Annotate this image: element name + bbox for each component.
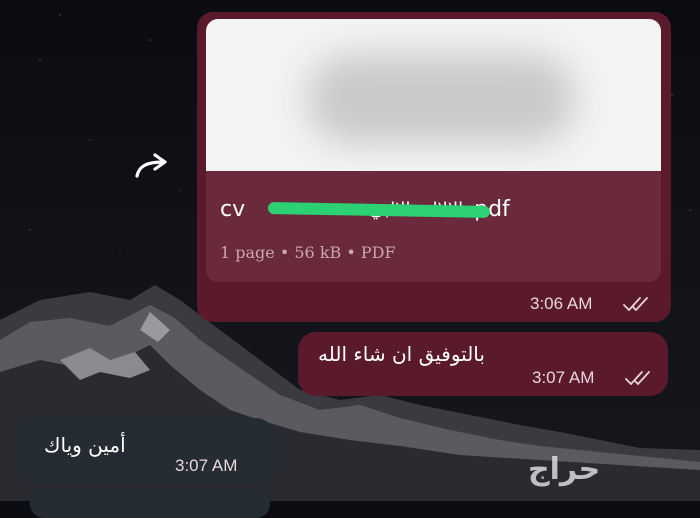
pdf-attachment[interactable]: cv ــالالالــــالالبيpdf 1 page • 56 kB … [206, 19, 661, 282]
message-text: بالتوفيق ان شاء الله [318, 342, 485, 366]
blurred-preview-content [306, 54, 576, 144]
double-check-icon [625, 371, 650, 386]
message-time: 3:07 AM [175, 456, 238, 475]
incoming-message-partial[interactable] [30, 488, 270, 518]
double-check-icon [623, 297, 648, 312]
pdf-preview-thumbnail[interactable] [206, 19, 661, 171]
file-name-prefix: cv [220, 197, 246, 222]
file-meta: 1 page • 56 kB • PDF [220, 243, 396, 262]
message-time: 3:06 AM [530, 294, 593, 313]
forward-arrow-icon[interactable] [133, 152, 173, 180]
message-text: أمين وياك [44, 433, 126, 457]
message-time: 3:07 AM [532, 368, 595, 387]
haraj-watermark: حراج [528, 452, 601, 487]
